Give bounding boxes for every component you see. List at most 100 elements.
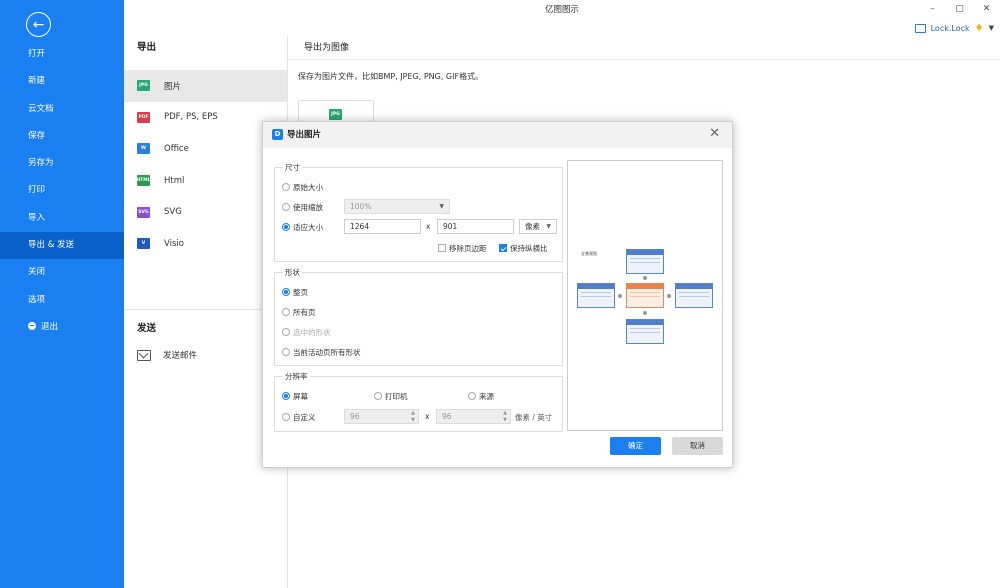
shape-group-label: 形状 bbox=[283, 267, 302, 278]
sidebar-item-options[interactable]: 选项 bbox=[0, 287, 124, 314]
radio-fit-size[interactable]: 适应大小 bbox=[282, 220, 323, 234]
sidebar-item-import[interactable]: 导入 bbox=[0, 205, 124, 232]
window-layout-icon[interactable] bbox=[914, 23, 926, 33]
chevron-down-icon: ▼ bbox=[546, 223, 551, 230]
radio-label: 自定义 bbox=[293, 412, 316, 422]
checkbox-icon bbox=[499, 244, 507, 252]
jpg-icon: JPG bbox=[137, 80, 150, 92]
dialog-title: 导出图片 bbox=[287, 130, 322, 140]
sidebar-item-export-send[interactable]: 导出 & 发送 bbox=[0, 232, 124, 260]
dpi-unit-label: 像素 / 英寸 bbox=[515, 413, 553, 422]
resolution-group-label: 分辨率 bbox=[283, 371, 310, 382]
jpg-icon: JPG bbox=[329, 109, 342, 120]
svg-icon: SVG bbox=[137, 206, 150, 218]
envelope-icon bbox=[137, 349, 151, 361]
preview-connector bbox=[667, 294, 671, 298]
preview-node bbox=[626, 249, 664, 274]
radio-label: 原始大小 bbox=[293, 182, 323, 192]
remove-margin-checkbox[interactable]: 移除页边距 bbox=[438, 241, 487, 255]
preview-connector bbox=[618, 294, 622, 298]
export-image-dialog: D 导出图片 ✕ 尺寸 原始大小 使用缩放 100% ▼ 适应大小 1264 x… bbox=[262, 121, 733, 468]
radio-label: 适应大小 bbox=[293, 222, 323, 232]
dpi-y-stepper[interactable]: 96 ▲ ▼ bbox=[436, 409, 511, 424]
sidebar-item-cloud[interactable]: 云文档 bbox=[0, 96, 124, 123]
checkbox-label: 保持纵横比 bbox=[510, 243, 548, 253]
cancel-button[interactable]: 取消 bbox=[672, 437, 723, 455]
backstage-sidebar: ← 打开 新建 云文档 保存 另存为 打印 导入 导出 & 发送 关闭 选项 退… bbox=[0, 0, 124, 588]
radio-use-zoom[interactable]: 使用缩放 bbox=[282, 200, 323, 214]
spinner-icon: ▲ ▼ bbox=[411, 410, 415, 423]
preview-node bbox=[577, 283, 615, 308]
radio-icon bbox=[282, 328, 290, 336]
zoom-select[interactable]: 100% ▼ bbox=[344, 199, 450, 214]
window-controls: – ▢ ✕ bbox=[919, 0, 1000, 18]
checkbox-label: 移除页边距 bbox=[449, 243, 487, 253]
keep-ratio-checkbox[interactable]: 保持纵横比 bbox=[499, 241, 548, 255]
preview-doc-title: 全景视图 bbox=[581, 251, 597, 256]
preview-node bbox=[675, 283, 713, 308]
radio-current-page-shapes[interactable]: 当前活动页所有形状 bbox=[282, 345, 361, 359]
height-input[interactable]: 901 bbox=[437, 219, 514, 234]
sidebar-item-save[interactable]: 保存 bbox=[0, 123, 124, 150]
send-title: 发送 bbox=[137, 323, 157, 334]
minimize-icon[interactable]: – bbox=[919, 0, 946, 18]
radio-original-size[interactable]: 原始大小 bbox=[282, 180, 323, 194]
radio-label: 所有页 bbox=[293, 307, 316, 317]
export-title: 导出 bbox=[137, 42, 157, 53]
dpi-y-value: 96 bbox=[442, 412, 452, 421]
html-icon: HTML bbox=[136, 175, 151, 187]
close-icon[interactable]: ✕ bbox=[709, 127, 720, 141]
format-label: Visio bbox=[164, 238, 184, 249]
unit-value: 像素 bbox=[525, 222, 540, 231]
sidebar-item-exit-label: 退出 bbox=[41, 321, 59, 332]
radio-custom[interactable]: 自定义 bbox=[282, 410, 316, 424]
preview-connector bbox=[643, 311, 647, 315]
radio-whole-page[interactable]: 整页 bbox=[282, 285, 308, 299]
format-item-image[interactable]: JPG 图片 bbox=[124, 70, 287, 102]
radio-label: 选中的形状 bbox=[293, 327, 331, 337]
radio-source[interactable]: 来源 bbox=[468, 389, 494, 403]
radio-printer[interactable]: 打印机 bbox=[374, 389, 408, 403]
chevron-down-icon: ▼ bbox=[439, 203, 444, 210]
exit-icon bbox=[28, 321, 36, 330]
ok-button[interactable]: 确定 bbox=[610, 437, 661, 455]
maximize-icon[interactable]: ▢ bbox=[946, 0, 973, 18]
shape-group: 形状 整页 所有页 选中的形状 当前活动页所有形状 bbox=[274, 267, 563, 366]
sidebar-item-close[interactable]: 关闭 bbox=[0, 259, 124, 286]
radio-icon bbox=[374, 392, 382, 400]
size-group: 尺寸 原始大小 使用缩放 100% ▼ 适应大小 1264 x 901 像素 ▼… bbox=[274, 162, 563, 262]
sidebar-item-save-as[interactable]: 另存为 bbox=[0, 150, 124, 177]
sidebar-item-new[interactable]: 新建 bbox=[0, 68, 124, 95]
preview-node bbox=[626, 319, 664, 344]
unit-select[interactable]: 像素 ▼ bbox=[519, 219, 557, 234]
app-logo-icon: D bbox=[272, 129, 283, 140]
dpi-x-stepper[interactable]: 96 ▲ ▼ bbox=[344, 409, 419, 424]
dpi-x-value: 96 bbox=[350, 412, 360, 421]
resolution-group: 分辨率 屏幕 打印机 来源 自定义 96 ▲ ▼ x 96 ▲ ▼ 像素 / 英寸 bbox=[274, 371, 563, 432]
radio-selected-shapes: 选中的形状 bbox=[282, 325, 331, 339]
radio-screen[interactable]: 屏幕 bbox=[282, 389, 308, 403]
radio-all-pages[interactable]: 所有页 bbox=[282, 305, 316, 319]
sidebar-menu: 打开 新建 云文档 保存 另存为 打印 导入 导出 & 发送 关闭 选项 退出 bbox=[0, 41, 124, 341]
sidebar-item-exit[interactable]: 退出 bbox=[0, 314, 124, 341]
zoom-value: 100% bbox=[350, 202, 372, 211]
preview-connector bbox=[643, 276, 647, 280]
close-window-icon[interactable]: ✕ bbox=[973, 0, 1000, 18]
radio-label: 来源 bbox=[479, 391, 494, 401]
preview-canvas: 全景视图 bbox=[573, 245, 718, 349]
pdf-icon: PDF bbox=[137, 111, 150, 123]
sidebar-item-open[interactable]: 打开 bbox=[0, 41, 124, 68]
checkbox-icon bbox=[438, 244, 446, 252]
chevron-down-icon[interactable]: ▼ bbox=[989, 24, 994, 32]
radio-icon bbox=[282, 348, 290, 356]
radio-icon bbox=[282, 223, 290, 231]
right-title: 导出为图像 bbox=[304, 43, 350, 53]
radio-icon bbox=[282, 308, 290, 316]
window-title: 亿图图示 bbox=[544, 5, 579, 15]
width-input[interactable]: 1264 bbox=[344, 219, 421, 234]
send-email-item[interactable]: 发送邮件 bbox=[137, 349, 197, 361]
sidebar-item-print[interactable]: 打印 bbox=[0, 177, 124, 204]
format-label: 图片 bbox=[164, 81, 182, 92]
user-name[interactable]: Lock.Lock bbox=[931, 24, 970, 33]
back-arrow-icon[interactable]: ← bbox=[26, 12, 51, 37]
